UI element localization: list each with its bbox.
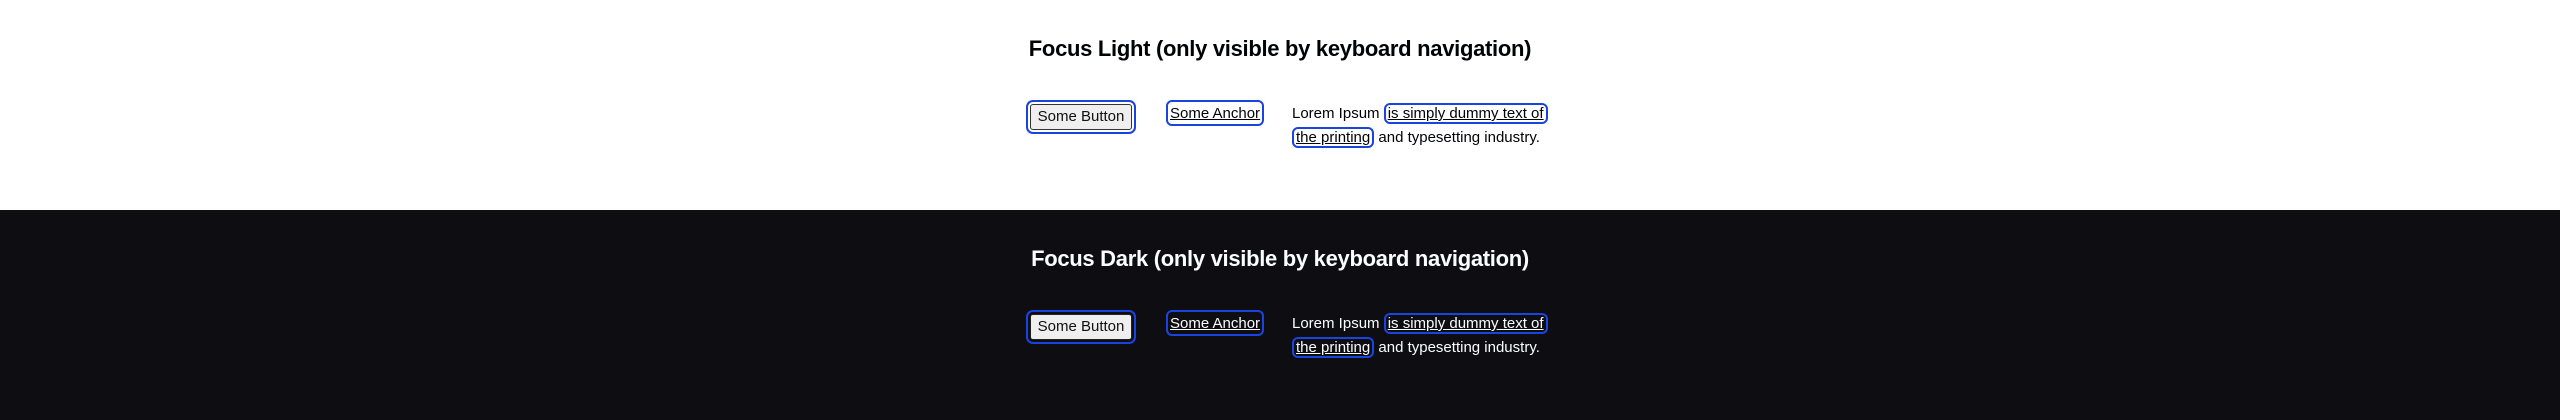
lorem-paragraph: Lorem Ipsum is simply dummy text of the …: [1292, 312, 1552, 360]
paragraph-text-before: Lorem Ipsum: [1292, 315, 1384, 332]
section-title: Focus Dark (only visible by keyboard nav…: [1031, 246, 1529, 271]
paragraph-text-before: Lorem Ipsum: [1292, 105, 1384, 122]
focus-light-section: Focus Light (only visible by keyboard na…: [0, 0, 2560, 210]
paragraph-text-after: and typesetting industry.: [1374, 129, 1540, 146]
paragraph-text-after: and typesetting industry.: [1374, 339, 1540, 356]
some-anchor-link[interactable]: Some Anchor: [1166, 100, 1265, 126]
focus-dark-section: Focus Dark (only visible by keyboard nav…: [0, 210, 2560, 420]
focus-demo-row: Some Button Some Anchor Lorem Ipsum is s…: [1026, 310, 1548, 390]
lorem-paragraph: Lorem Ipsum is simply dummy text of the …: [1292, 102, 1552, 150]
section-title: Focus Light (only visible by keyboard na…: [1028, 36, 1532, 61]
some-button[interactable]: Some Button: [1030, 104, 1132, 130]
some-button[interactable]: Some Button: [1030, 314, 1132, 340]
focus-demo-row: Some Button Some Anchor Lorem Ipsum is s…: [1026, 100, 1548, 180]
some-anchor-link[interactable]: Some Anchor: [1166, 310, 1265, 336]
